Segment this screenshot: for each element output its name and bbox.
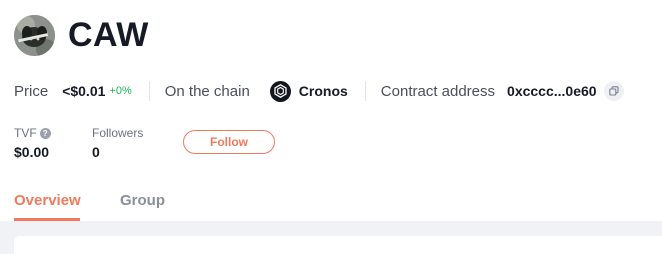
tab-group[interactable]: Group <box>120 192 165 209</box>
price-value: <$0.01 <box>62 83 106 99</box>
chain-name[interactable]: Cronos <box>299 83 348 99</box>
tvf-stat: TVF ? $0.00 <box>14 126 51 160</box>
token-name: CAW <box>68 16 149 54</box>
followers-value: 0 <box>92 144 100 160</box>
price-label: Price <box>14 82 49 100</box>
followers-label: Followers <box>92 126 144 140</box>
followers-stat: Followers 0 <box>92 126 143 160</box>
price-change: +0% <box>109 85 132 97</box>
chain-label: On the chain <box>164 82 250 100</box>
divider <box>148 81 150 101</box>
divider <box>364 81 366 101</box>
follow-button[interactable]: Follow <box>183 130 275 154</box>
dog-avatar-icon <box>14 15 55 56</box>
token-avatar <box>14 15 55 56</box>
tab-overview[interactable]: Overview <box>14 192 81 209</box>
token-info-row: Price <$0.01 +0% On the chain Cronos Con… <box>14 80 624 102</box>
contract-address: 0xcccc...0e60 <box>507 83 597 99</box>
contract-label: Contract address <box>380 82 496 100</box>
content-card <box>14 236 662 254</box>
tvf-label-row: TVF ? <box>14 126 51 140</box>
help-circle-icon[interactable]: ? <box>39 127 51 139</box>
cronos-chain-icon <box>269 80 291 102</box>
tvf-value: $0.00 <box>14 144 50 160</box>
copy-icon[interactable] <box>603 81 624 101</box>
tvf-label: TVF <box>14 126 37 140</box>
